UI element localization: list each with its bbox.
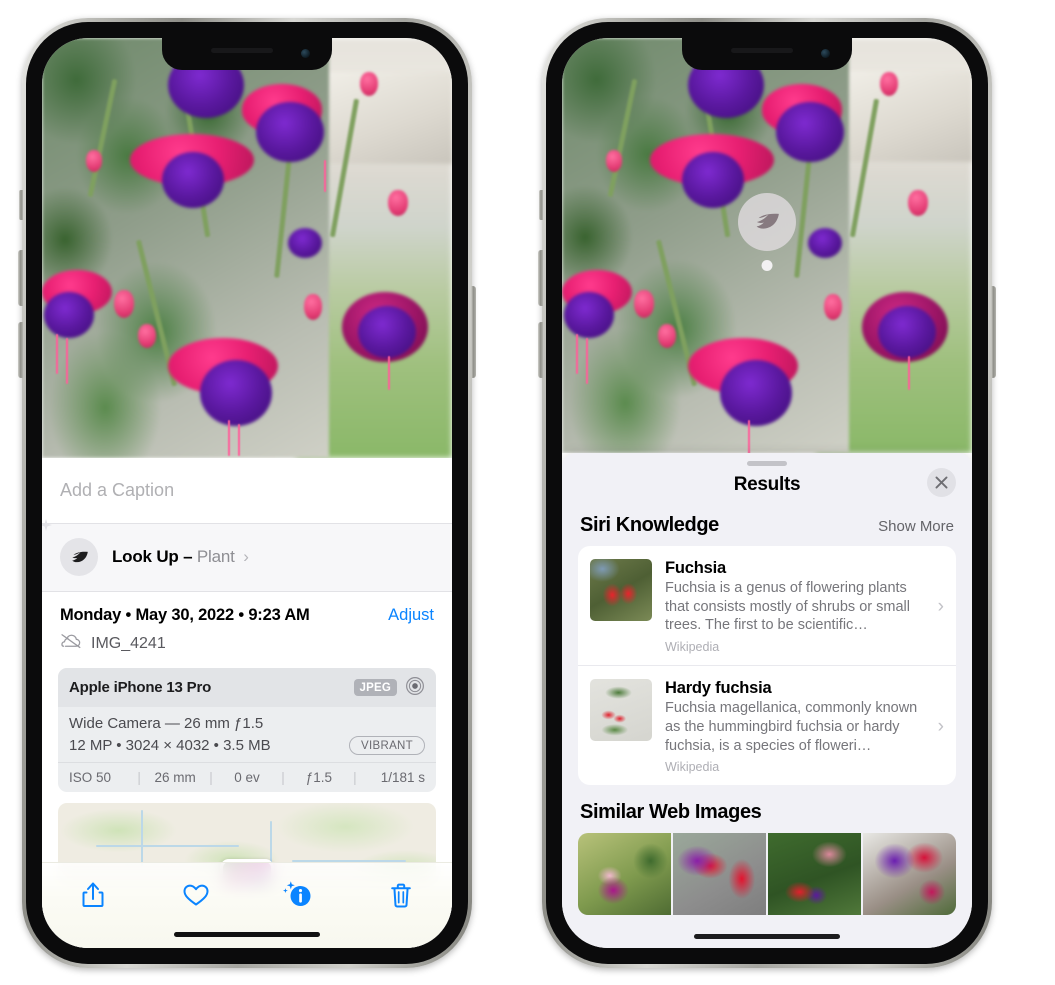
leaf-badge-circle: [60, 538, 98, 576]
exif-exposure: 0 ev: [234, 770, 260, 785]
share-button[interactable]: [70, 876, 116, 914]
heart-icon: [183, 884, 209, 906]
left-screen: Add a Caption Look Up – Plant › Monday •…: [42, 38, 452, 948]
result-source: Wikipedia: [665, 760, 720, 775]
results-header: Results: [562, 466, 972, 510]
result-title: Hardy fuchsia: [665, 679, 772, 698]
exif-header: Apple iPhone 13 Pro JPEG: [58, 668, 436, 707]
result-source: Wikipedia: [665, 640, 720, 655]
speaker-grille: [731, 48, 794, 53]
lens-info: Wide Camera — 26 mm ƒ1.5: [69, 715, 264, 732]
web-image-thumbnail[interactable]: [673, 833, 766, 916]
look-up-title: Look Up –: [112, 547, 193, 566]
exif-card: Apple iPhone 13 Pro JPEG Wide Camera — 2…: [58, 668, 436, 792]
result-description: Fuchsia is a genus of flowering plants t…: [665, 580, 910, 634]
style-badge: VIBRANT: [349, 736, 425, 755]
speaker-grille: [211, 48, 274, 53]
sheet-title: Results: [733, 474, 801, 495]
notch: [162, 38, 332, 70]
section-title: Siri Knowledge: [580, 514, 719, 536]
size-info-row: 12 MP • 3024 × 4032 • 3.5 MB VIBRANT: [69, 736, 425, 755]
photo-viewer[interactable]: [42, 38, 452, 458]
look-up-subject: Plant: [196, 547, 235, 566]
leaf-icon: [756, 213, 779, 229]
photo-viewer[interactable]: [562, 38, 972, 453]
favorite-button[interactable]: [173, 876, 219, 914]
close-icon: [935, 476, 948, 489]
chevron-right-icon: ›: [243, 547, 249, 566]
power-button[interactable]: [991, 286, 996, 378]
close-button[interactable]: [927, 468, 956, 497]
similar-web-images-header: Similar Web Images: [562, 785, 972, 833]
power-button[interactable]: [471, 286, 476, 378]
exif-iso: ISO 50: [69, 770, 112, 785]
list-item[interactable]: Fuchsia Fuchsia is a genus of flowering …: [578, 546, 956, 665]
siri-knowledge-header: Siri Knowledge Show More: [562, 510, 972, 546]
visual-lookup-anchor-dot: [761, 260, 773, 271]
web-image-thumbnail[interactable]: [768, 833, 861, 916]
exif-body: Wide Camera — 26 mm ƒ1.5 12 MP • 3024 × …: [58, 707, 436, 762]
photo-date: Monday • May 30, 2022 • 9:23 AM: [60, 606, 310, 624]
exif-settings: ISO 50 | 26 mm | 0 ev | ƒ1.5 | 1/181 s: [58, 762, 436, 792]
show-more-button[interactable]: Show More: [878, 518, 954, 535]
volume-up-button[interactable]: [538, 250, 543, 306]
sparkle-icon: [42, 516, 58, 547]
home-indicator[interactable]: [694, 934, 840, 939]
photo-image: [42, 38, 452, 458]
info-sparkle-icon: [283, 881, 311, 906]
adjust-button[interactable]: Adjust: [388, 606, 434, 625]
home-indicator[interactable]: [174, 932, 320, 937]
format-badge: JPEG: [353, 679, 397, 696]
section-title: Similar Web Images: [580, 801, 762, 824]
cloud-slash-icon: [60, 633, 82, 654]
right-phone: Results Siri Knowledge Show More Fuchsia…: [538, 18, 996, 968]
leaf-icon: [71, 551, 88, 562]
aperture-icon: [405, 676, 425, 699]
volume-down-button[interactable]: [538, 322, 543, 378]
volume-up-button[interactable]: [18, 250, 23, 306]
file-name: IMG_4241: [91, 634, 166, 652]
right-screen: Results Siri Knowledge Show More Fuchsia…: [562, 38, 972, 948]
exif-header-badges: JPEG: [353, 676, 425, 699]
result-title: Fuchsia: [665, 559, 726, 577]
file-row: IMG_4241: [42, 629, 452, 666]
notch: [682, 38, 852, 70]
siri-knowledge-card: Fuchsia Fuchsia is a genus of flowering …: [578, 546, 956, 786]
results-sheet: Results Siri Knowledge Show More Fuchsia…: [562, 453, 972, 948]
date-row: Monday • May 30, 2022 • 9:23 AM Adjust: [42, 592, 452, 629]
left-phone: Add a Caption Look Up – Plant › Monday •…: [18, 18, 476, 968]
web-image-thumbnail[interactable]: [863, 833, 956, 916]
silent-switch[interactable]: [19, 190, 23, 220]
delete-button[interactable]: [378, 876, 424, 914]
info-button[interactable]: [275, 876, 321, 914]
camera-model: Apple iPhone 13 Pro: [69, 679, 212, 696]
caption-field[interactable]: Add a Caption: [42, 458, 452, 524]
result-thumbnail: [590, 559, 652, 621]
size-info: 12 MP • 3024 × 4032 • 3.5 MB: [69, 737, 271, 754]
chevron-right-icon: ›: [937, 595, 944, 617]
result-thumbnail: [590, 679, 652, 742]
screenshot-root: Add a Caption Look Up – Plant › Monday •…: [0, 0, 1055, 985]
result-body: Fuchsia Fuchsia is a genus of flowering …: [665, 559, 923, 654]
chevron-right-icon: ›: [937, 715, 944, 737]
result-body: Hardy fuchsia Fuchsia magellanica, commo…: [665, 679, 923, 774]
trash-icon: [390, 883, 411, 908]
front-camera-icon: [821, 49, 830, 58]
visual-lookup-badge[interactable]: [738, 193, 796, 251]
share-icon: [82, 882, 104, 907]
result-description: Fuchsia magellanica, commonly known as t…: [665, 700, 918, 754]
look-up-row[interactable]: Look Up – Plant ›: [42, 519, 452, 592]
look-up-label: Look Up – Plant ›: [112, 547, 249, 567]
web-image-thumbnail[interactable]: [578, 833, 671, 916]
front-camera-icon: [301, 49, 310, 58]
volume-down-button[interactable]: [18, 322, 23, 378]
list-item[interactable]: Hardy fuchsia Fuchsia magellanica, commo…: [578, 665, 956, 785]
exif-focal: 26 mm: [154, 770, 196, 785]
web-image-grid: [578, 833, 956, 916]
silent-switch[interactable]: [539, 190, 543, 220]
exif-shutter: 1/181 s: [380, 770, 426, 785]
exif-aperture: ƒ1.5: [305, 770, 333, 785]
